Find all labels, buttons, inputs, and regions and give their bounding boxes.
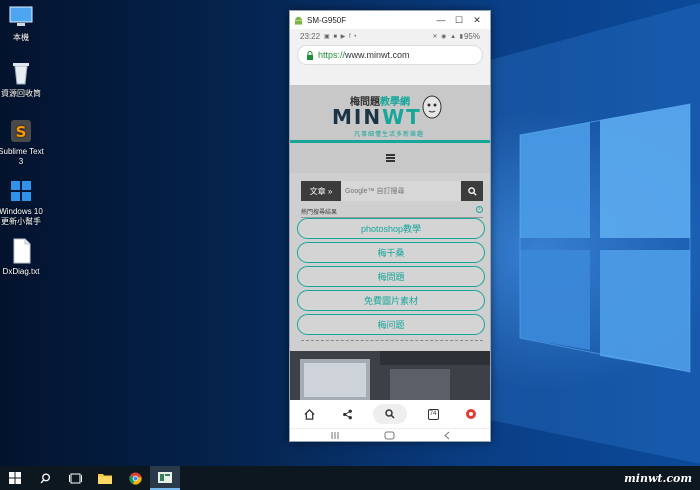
desktop-icon-label: Windows 10 更新小幫手 <box>0 207 43 226</box>
task-view-button[interactable] <box>60 466 90 490</box>
phone-screen: 23:22 ▣ ■ ▶ f • ✕ ◉ ▲ ▮ 95% https:// www… <box>290 29 490 441</box>
desktop-icon-label: Sublime Text 3 <box>0 147 44 166</box>
chrome-icon <box>128 471 142 485</box>
search-icon <box>467 186 477 196</box>
watermark: minwt.com <box>624 472 692 485</box>
taskbar-search-button[interactable] <box>30 466 60 490</box>
web-page: 梅問題教學網 MINWT 凡事細懂生活多新樂趣 文章 » Google™ 自訂搜… <box>290 85 490 400</box>
logo-main-wt: WT <box>382 105 422 129</box>
menu-row <box>290 143 490 173</box>
svg-text:S: S <box>16 123 27 141</box>
tabs-button[interactable]: 74 <box>421 404 445 424</box>
search-icon <box>40 472 50 483</box>
minimize-icon[interactable]: — <box>432 15 450 25</box>
url-scheme: https:// <box>318 50 346 60</box>
android-nav-bar <box>290 428 490 441</box>
close-icon[interactable]: ✕ <box>468 15 486 26</box>
related-searches-list: photoshop教學 梅干桑 梅問題 免費圖片素材 梅问题 <box>297 218 485 338</box>
file-explorer-button[interactable] <box>90 466 120 490</box>
related-heading-text: 熱門搜尋結果 <box>301 210 338 216</box>
lock-icon <box>307 50 313 60</box>
home-button[interactable] <box>297 404 321 424</box>
share-button[interactable] <box>335 404 359 424</box>
desktop-icon-win10-update[interactable]: Windows 10 更新小幫手 <box>0 178 46 227</box>
desktop-icon-dxdiag[interactable]: DxDiag.txt <box>0 238 46 277</box>
signal-icons: ✕ ◉ ▲ ▮ <box>432 33 464 40</box>
maximize-icon[interactable]: ☐ <box>450 15 468 26</box>
window-title: SM-G950F <box>307 15 347 25</box>
info-icon[interactable]: i <box>476 206 483 213</box>
site-tagline: 凡事細懂生活多新樂趣 <box>354 132 425 138</box>
status-bar: 23:22 ▣ ■ ▶ f • ✕ ◉ ▲ ▮ 95% <box>290 29 490 43</box>
tab-count: 74 <box>427 408 439 420</box>
related-search-item[interactable]: 梅干桑 <box>297 242 485 263</box>
desktop-icon-this-pc[interactable]: 本機 <box>0 4 46 43</box>
folder-icon <box>98 473 112 484</box>
related-search-item[interactable]: 梅问题 <box>297 314 485 335</box>
desktop-icon-recycle-bin[interactable]: 資源回收筒 <box>0 60 46 99</box>
home-icon <box>303 408 315 420</box>
text-file-icon <box>7 238 35 264</box>
recents-icon[interactable] <box>331 432 339 439</box>
monitor-icon <box>7 4 35 30</box>
start-button[interactable] <box>0 466 30 490</box>
taskbar: minwt.com <box>0 466 700 490</box>
site-header: 梅問題教學網 MINWT 凡事細懂生活多新樂趣 <box>290 85 490 143</box>
chrome-button[interactable] <box>120 466 150 490</box>
url-host: www.minwt.com <box>345 50 410 60</box>
share-icon <box>342 409 352 419</box>
desktop-icon-label: DxDiag.txt <box>2 267 40 276</box>
phone-mirror-window: SM-G950F — ☐ ✕ 23:22 ▣ ■ ▶ f • ✕ ◉ ▲ ▮ 9… <box>289 10 491 442</box>
status-time: 23:22 <box>300 31 321 41</box>
battery-level: 95% <box>463 31 480 41</box>
search-input[interactable] <box>341 181 461 201</box>
desktop-icon-label: 本機 <box>13 33 29 42</box>
android-icon <box>294 16 303 25</box>
divider <box>301 340 483 341</box>
opera-logo-icon <box>466 409 476 419</box>
address-bar[interactable]: https:// www.minwt.com <box>297 45 483 65</box>
related-search-item[interactable]: 免費圖片素材 <box>297 290 485 311</box>
thumbnail-image <box>290 351 490 400</box>
desktop-icon-label: 資源回收筒 <box>1 89 41 98</box>
mascot-icon <box>422 95 442 119</box>
site-logo[interactable]: MINWT <box>332 105 422 129</box>
scrcpy-taskbar-button[interactable] <box>150 466 180 490</box>
home-nav-icon[interactable] <box>384 431 395 440</box>
article-thumbnail[interactable] <box>290 351 490 400</box>
task-view-icon <box>68 473 82 483</box>
search-category-button[interactable]: 文章 » <box>301 181 341 201</box>
search-row: 文章 » <box>301 181 483 201</box>
opera-menu-button[interactable] <box>459 404 483 424</box>
desktop-icon-sublime-text[interactable]: S Sublime Text 3 <box>0 118 46 167</box>
search-toolbar-button[interactable] <box>373 404 407 424</box>
related-searches-heading: 熱門搜尋結果 i <box>301 206 483 218</box>
search-button[interactable] <box>461 181 483 201</box>
related-search-item[interactable]: photoshop教學 <box>297 218 485 239</box>
browser-toolbar: 74 <box>290 400 490 428</box>
back-icon[interactable] <box>444 431 450 440</box>
sublime-text-icon: S <box>7 118 35 144</box>
notification-icons: ▣ ■ ▶ f • <box>324 33 358 40</box>
recycle-bin-icon <box>7 60 35 86</box>
logo-main-min: MIN <box>332 105 383 129</box>
phone-mirror-app-icon <box>158 471 172 483</box>
windows-logo-icon <box>7 178 35 204</box>
window-titlebar[interactable]: SM-G950F — ☐ ✕ <box>290 11 490 29</box>
search-icon <box>385 409 395 419</box>
hamburger-menu-icon[interactable] <box>385 154 395 162</box>
windows-start-icon <box>9 472 21 484</box>
related-search-item[interactable]: 梅問題 <box>297 266 485 287</box>
